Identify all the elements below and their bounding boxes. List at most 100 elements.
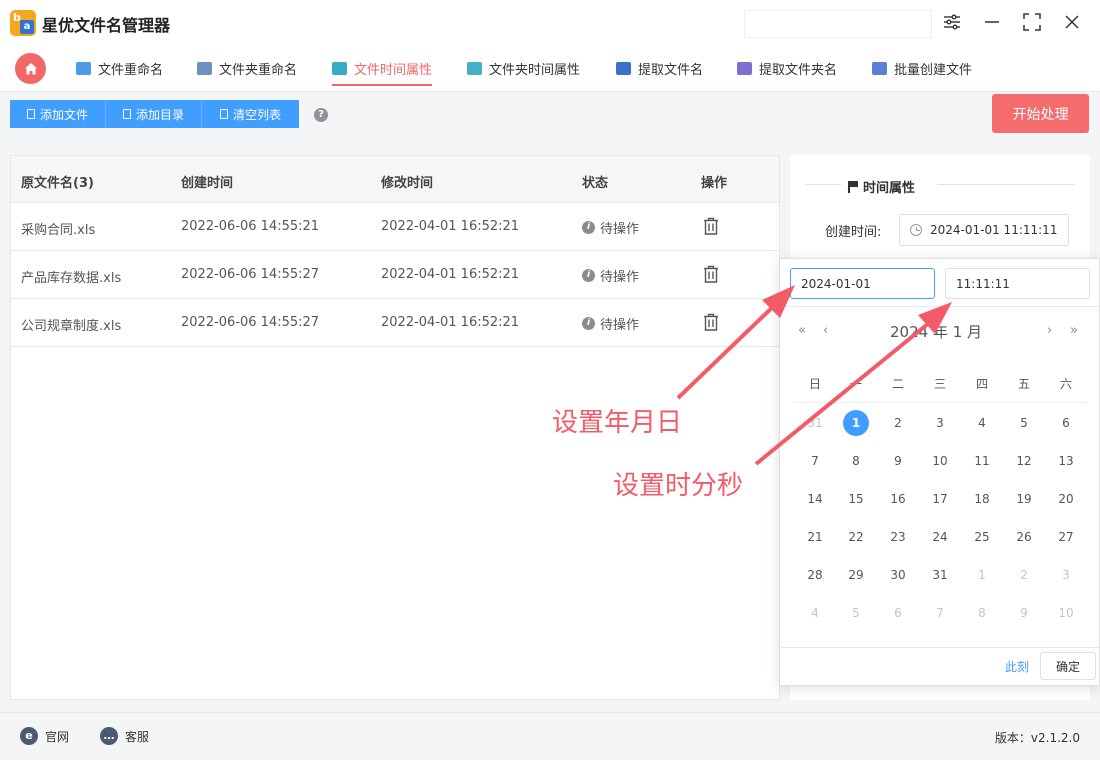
calendar-day[interactable]: 29 (843, 562, 869, 588)
delete-icon[interactable] (701, 264, 721, 284)
calendar-day: 9 (1020, 606, 1028, 620)
confirm-button[interactable]: 确定 (1040, 652, 1096, 680)
datetime-picker: 2024-01-01 11:11:11 « ‹ 2024 年 1 月 › » 日… (779, 258, 1100, 686)
calendar-day[interactable]: 5 (1011, 410, 1037, 436)
calendar-day[interactable]: 21 (802, 524, 828, 550)
settings-sliders-icon[interactable] (940, 10, 964, 34)
prev-month-icon[interactable]: ‹ (823, 323, 828, 338)
calendar-day: 7 (936, 606, 944, 620)
table-row[interactable]: 采购合同.xls 2022-06-06 14:55:21 2022-04-01 … (11, 203, 779, 251)
minimize-icon[interactable] (980, 10, 1004, 34)
calendar-day[interactable]: 12 (1011, 448, 1037, 474)
next-year-icon[interactable]: » (1070, 323, 1078, 338)
tab-extract-foldername[interactable]: 提取文件夹名 (737, 44, 837, 92)
tab-folder-time-attr[interactable]: 文件夹时间属性 (467, 44, 580, 92)
add-file-button[interactable]: 添加文件 (10, 100, 106, 128)
tab-file-rename[interactable]: 文件重命名 (76, 44, 163, 92)
col-created: 创建时间 (181, 176, 234, 191)
help-icon[interactable]: ? (314, 108, 328, 122)
folder-time-icon (467, 61, 482, 75)
divider (805, 184, 841, 185)
calendar-day[interactable]: 28 (802, 562, 828, 588)
calendar-day[interactable]: 18 (969, 486, 995, 512)
delete-icon[interactable] (701, 312, 721, 332)
calendar-day[interactable]: 20 (1053, 486, 1079, 512)
annotation-set-time: 设置时分秒 (613, 471, 744, 501)
calendar-day[interactable]: 14 (802, 486, 828, 512)
app-logo: b a (10, 10, 36, 36)
calendar-day[interactable]: 10 (927, 448, 953, 474)
calendar-day: 31 (807, 416, 823, 430)
calendar-day[interactable]: 24 (927, 524, 953, 550)
date-input[interactable]: 2024-01-01 (790, 268, 935, 299)
created-time-input[interactable]: 2024-01-01 11:11:11 (899, 214, 1069, 246)
calendar-day[interactable]: 19 (1011, 486, 1037, 512)
delete-icon[interactable] (701, 216, 721, 236)
tab-folder-rename[interactable]: 文件夹重命名 (197, 44, 297, 92)
app-title: 星优文件名管理器 (42, 16, 171, 35)
now-link[interactable]: 此刻 (1005, 658, 1029, 675)
trash-icon (219, 109, 228, 119)
home-button[interactable] (15, 53, 46, 84)
calendar-day[interactable]: 23 (885, 524, 911, 550)
maximize-icon[interactable] (1020, 10, 1044, 34)
weekday-label: 二 (891, 377, 904, 391)
title-search-box[interactable] (744, 10, 932, 38)
divider (794, 402, 1087, 403)
next-month-icon[interactable]: › (1047, 323, 1052, 338)
weekday-label: 五 (1017, 377, 1030, 391)
divider (780, 647, 1099, 648)
tab-batch-create-file[interactable]: 批量创建文件 (872, 44, 972, 92)
calendar-day[interactable]: 22 (843, 524, 869, 550)
weekday-label: 三 (933, 377, 946, 391)
calendar-day: 2 (1020, 568, 1028, 582)
home-icon (24, 62, 37, 74)
calendar-day[interactable]: 25 (969, 524, 995, 550)
calendar-day[interactable]: 16 (885, 486, 911, 512)
calendar-day: 8 (978, 606, 986, 620)
calendar-day[interactable]: 3 (927, 410, 953, 436)
calendar-day[interactable]: 30 (885, 562, 911, 588)
calendar-day: 6 (894, 606, 902, 620)
calendar-day[interactable]: 13 (1053, 448, 1079, 474)
calendar-day[interactable]: 8 (843, 448, 869, 474)
table-row[interactable]: 公司规章制度.xls 2022-06-06 14:55:27 2022-04-0… (11, 299, 779, 347)
website-link[interactable]: e 官网 (20, 727, 69, 745)
calendar-day[interactable]: 15 (843, 486, 869, 512)
calendar-day[interactable]: 17 (927, 486, 953, 512)
support-link[interactable]: … 客服 (100, 727, 149, 745)
calendar-day[interactable]: 6 (1053, 410, 1079, 436)
calendar-day[interactable]: 26 (1011, 524, 1037, 550)
month-label: 2024 年 1 月 (890, 323, 983, 341)
file-rename-icon (76, 61, 91, 75)
panel-title: 时间属性 (848, 177, 915, 196)
calendar-day[interactable]: 7 (802, 448, 828, 474)
status-badge: i 待操作 (582, 218, 639, 237)
info-icon: i (582, 269, 595, 282)
time-input[interactable]: 11:11:11 (945, 268, 1090, 299)
annotation-set-date: 设置年月日 (552, 408, 683, 438)
tab-bar: 文件重命名 文件夹重命名 文件时间属性 文件夹时间属性 提取文件名 提取文件夹名… (0, 44, 1100, 92)
start-processing-button[interactable]: 开始处理 (992, 94, 1089, 133)
calendar-day[interactable]: 9 (885, 448, 911, 474)
calendar-day[interactable]: 27 (1053, 524, 1079, 550)
table-row[interactable]: 产品库存数据.xls 2022-06-06 14:55:27 2022-04-0… (11, 251, 779, 299)
add-directory-button[interactable]: 添加目录 (106, 100, 202, 128)
calendar-day[interactable]: 1 (843, 410, 869, 436)
calendar-day[interactable]: 4 (969, 410, 995, 436)
calendar-day[interactable]: 31 (927, 562, 953, 588)
calendar-day[interactable]: 11 (969, 448, 995, 474)
prev-year-icon[interactable]: « (798, 323, 806, 338)
tab-extract-filename[interactable]: 提取文件名 (616, 44, 703, 92)
created-time-label: 创建时间: (825, 225, 882, 240)
calendar-day[interactable]: 2 (885, 410, 911, 436)
tab-file-time-attr[interactable]: 文件时间属性 (332, 44, 433, 92)
file-icon (26, 109, 35, 119)
folder-icon (122, 109, 131, 119)
close-icon[interactable] (1060, 10, 1084, 34)
col-actions: 操作 (701, 176, 728, 191)
info-icon: i (582, 221, 595, 234)
clear-list-button[interactable]: 清空列表 (202, 100, 299, 128)
picker-header: 2024-01-01 11:11:11 (780, 259, 1099, 307)
flag-icon (848, 180, 858, 193)
